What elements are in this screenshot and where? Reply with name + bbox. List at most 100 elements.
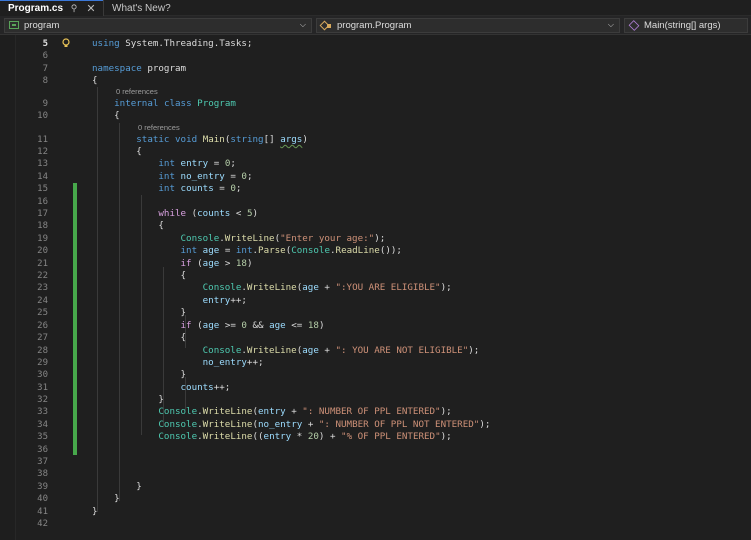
document-tab-strip: Program.cs ⚲ ✕ What's New?: [0, 0, 751, 16]
class-dropdown[interactable]: program.Program ⌵: [316, 17, 620, 33]
code-text: Console.WriteLine(entry + ": NUMBER OF P…: [92, 406, 452, 418]
code-line[interactable]: 8{: [0, 75, 751, 87]
line-number: 36: [37, 445, 48, 455]
code-token: Main: [202, 134, 225, 145]
code-text: using System.Threading.Tasks;: [92, 38, 252, 50]
code-token: Console: [158, 406, 198, 417]
code-line[interactable]: 5 using System.Threading.Tasks;: [0, 38, 751, 50]
code-token: WriteLine: [202, 419, 253, 430]
code-line[interactable]: 17 while (counts < 5): [0, 208, 751, 220]
code-line[interactable]: 31 counts++;: [0, 382, 751, 394]
code-text: int counts = 0;: [92, 183, 241, 195]
code-line[interactable]: 10 {: [0, 110, 751, 122]
code-editor[interactable]: 0 references 0 references 5 using System.…: [0, 35, 751, 540]
code-line[interactable]: 9 internal class Program: [0, 98, 751, 110]
code-token: ((: [252, 431, 264, 442]
code-token: +: [318, 282, 336, 293]
code-line[interactable]: 38: [0, 468, 751, 480]
code-line[interactable]: 16: [0, 196, 751, 208]
line-number: 8: [42, 76, 48, 86]
code-token: int: [235, 245, 253, 256]
code-token: +: [302, 419, 319, 430]
code-line[interactable]: 15 int counts = 0;: [0, 183, 751, 195]
code-token: ": NUMBER OF PPL NOT ENTERED": [318, 419, 480, 430]
code-text: {: [92, 220, 164, 232]
code-line[interactable]: 29 no_entry++;: [0, 357, 751, 369]
line-number: 22: [37, 271, 48, 281]
tab-whats-new[interactable]: What's New?: [103, 0, 177, 16]
line-number: 20: [37, 246, 48, 256]
code-token: }: [92, 493, 120, 504]
code-token: WriteLine: [246, 345, 297, 356]
code-line[interactable]: 26 if (age >= 0 && age <= 18): [0, 320, 751, 332]
code-text: }: [92, 394, 164, 406]
code-token: no_entry: [180, 171, 225, 182]
code-token: 18: [235, 258, 247, 269]
code-line[interactable]: 36: [0, 444, 751, 456]
code-line[interactable]: 7 namespace program: [0, 63, 751, 75]
code-line[interactable]: 30 }: [0, 369, 751, 381]
code-token: ());: [379, 245, 402, 256]
line-number: 9: [42, 99, 48, 109]
code-token: age: [302, 282, 319, 293]
method-references-codelens[interactable]: 0 references: [138, 122, 180, 134]
code-line[interactable]: 25 }: [0, 307, 751, 319]
line-number: 41: [37, 507, 48, 517]
code-token: =: [208, 158, 225, 169]
code-line[interactable]: 12 {: [0, 146, 751, 158]
code-line[interactable]: 35 Console.WriteLine((entry * 20) + "% O…: [0, 431, 751, 443]
code-line[interactable]: 23 Console.WriteLine(age + ":YOU ARE ELI…: [0, 282, 751, 294]
code-line[interactable]: 39 }: [0, 481, 751, 493]
code-line[interactable]: 41}: [0, 506, 751, 518]
class-dropdown-label: program.Program: [337, 19, 412, 31]
code-line[interactable]: 40 }: [0, 493, 751, 505]
code-token: =: [219, 245, 236, 256]
code-line[interactable]: 28 Console.WriteLine(age + ": YOU ARE NO…: [0, 345, 751, 357]
class-references-codelens[interactable]: 0 references: [116, 86, 158, 98]
code-line[interactable]: 19 Console.WriteLine("Enter your age:");: [0, 233, 751, 245]
line-number: 42: [37, 519, 48, 529]
code-line[interactable]: 34 Console.WriteLine(no_entry + ": NUMBE…: [0, 419, 751, 431]
code-line[interactable]: 14 int no_entry = 0;: [0, 171, 751, 183]
code-line[interactable]: 6: [0, 50, 751, 62]
code-line[interactable]: 42: [0, 518, 751, 530]
code-token: );: [468, 345, 480, 356]
code-token: "% OF PPL ENTERED": [341, 431, 441, 442]
code-token: if: [180, 258, 192, 269]
code-token: program: [141, 63, 187, 74]
code-token: );: [440, 406, 452, 417]
code-token: counts: [180, 183, 214, 194]
code-token: ;: [246, 171, 253, 182]
code-token: );: [440, 431, 452, 442]
code-token: {: [92, 110, 120, 121]
code-line[interactable]: 37: [0, 456, 751, 468]
line-number: 6: [42, 51, 48, 61]
code-line[interactable]: 11 static void Main(string[] args): [0, 134, 751, 146]
pin-icon[interactable]: ⚲: [68, 3, 80, 14]
project-dropdown[interactable]: program ⌵: [4, 17, 312, 33]
code-line[interactable]: 27 {: [0, 332, 751, 344]
code-line[interactable]: 13 int entry = 0;: [0, 158, 751, 170]
close-icon[interactable]: ✕: [85, 2, 97, 15]
code-token: void: [175, 134, 198, 145]
code-token: Console: [291, 245, 330, 256]
code-text: static void Main(string[] args): [92, 134, 308, 146]
tab-program-cs[interactable]: Program.cs ⚲ ✕: [0, 0, 104, 16]
code-line[interactable]: 18 {: [0, 220, 751, 232]
code-line[interactable]: 24 entry++;: [0, 295, 751, 307]
member-dropdown[interactable]: Main(string[] args): [624, 17, 748, 33]
code-line[interactable]: 32 }: [0, 394, 751, 406]
code-line[interactable]: 21 if (age > 18): [0, 258, 751, 270]
code-token: }: [92, 369, 187, 380]
code-token: ": NUMBER OF PPL ENTERED": [302, 406, 441, 417]
code-line[interactable]: 22 {: [0, 270, 751, 282]
code-token: (: [186, 208, 198, 219]
tab-label: Program.cs: [8, 3, 64, 14]
code-line[interactable]: 33 Console.WriteLine(entry + ": NUMBER O…: [0, 406, 751, 418]
code-line[interactable]: 20 int age = int.Parse(Console.ReadLine(…: [0, 245, 751, 257]
